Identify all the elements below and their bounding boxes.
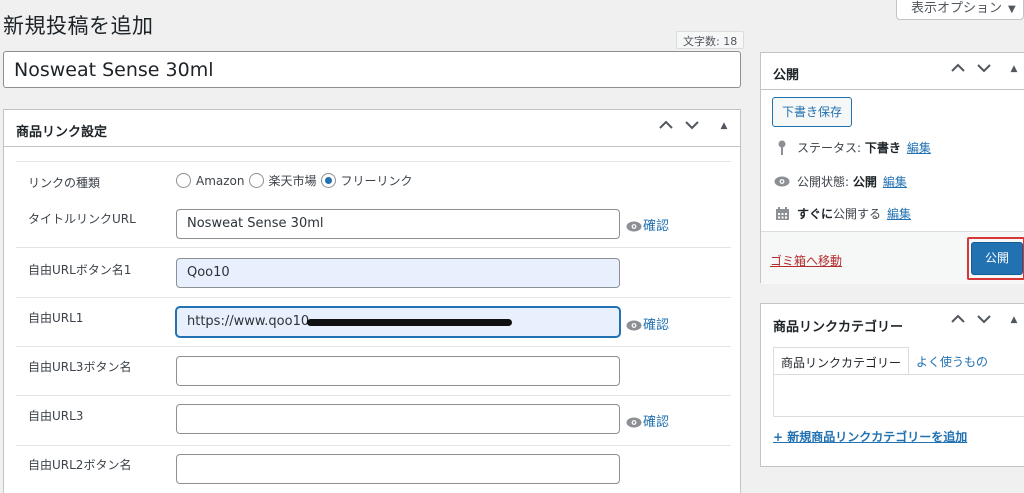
edit-status-link[interactable]: 編集	[907, 139, 931, 156]
radio-free-link[interactable]: フリーリンク	[320, 172, 413, 189]
divider	[16, 445, 731, 446]
postbox-title: 商品リンク設定	[16, 125, 108, 140]
divider	[16, 247, 731, 248]
edit-schedule-link[interactable]: 編集	[887, 205, 911, 222]
publish-actions: ゴミ箱へ移動 公開	[761, 231, 1024, 284]
visibility-label: 公開状態:	[797, 175, 850, 189]
chevron-down-icon[interactable]	[682, 118, 702, 134]
radio-circle[interactable]	[176, 173, 191, 188]
post-title-input[interactable]: Nosweat Sense 30ml	[3, 51, 741, 88]
free-url-button-name-1-input[interactable]: Qoo10	[176, 258, 620, 288]
radio-rakuten[interactable]: 楽天市場	[248, 172, 317, 189]
eye-icon	[626, 417, 642, 428]
divider	[16, 297, 731, 298]
page-title: 新規投稿を追加	[3, 14, 154, 38]
product-link-category-box: 商品リンクカテゴリー ▲ 商品リンクカテゴリー よく使うもの + 新規商品リンク…	[760, 303, 1024, 467]
chevron-down-icon[interactable]	[974, 61, 994, 77]
status-label: ステータス:	[797, 141, 862, 155]
category-tabs: 商品リンクカテゴリー よく使うもの	[773, 347, 995, 375]
chevron-up-icon[interactable]	[948, 61, 968, 77]
confirm-link[interactable]: 確認	[626, 314, 669, 333]
radio-label: Amazon	[196, 173, 245, 188]
free-url-2-button-name-input[interactable]	[176, 454, 620, 484]
postbox-header: 商品リンクカテゴリー ▲	[761, 304, 1024, 341]
postbox-title: 公開	[773, 68, 800, 83]
radio-label: 楽天市場	[268, 174, 317, 188]
caret-down-icon: ▼	[1008, 4, 1016, 15]
radio-label: フリーリンク	[340, 174, 413, 188]
title-link-url-input[interactable]: Nosweat Sense 30ml	[176, 209, 620, 239]
eye-icon	[773, 176, 791, 187]
publish-box: 公開 ▲ 下書き保存 ステータス: 下書き 編集 公開状態: 公開 編集 すぐに…	[760, 52, 1024, 284]
chevron-up-icon[interactable]	[948, 312, 968, 328]
free-url-1-input[interactable]: https://www.qoo10	[176, 307, 620, 337]
publish-button[interactable]: 公開	[971, 242, 1023, 275]
confirm-link[interactable]: 確認	[626, 411, 669, 430]
status-row: ステータス: 下書き 編集	[773, 139, 931, 156]
field-value: https://www.qoo10	[187, 314, 310, 329]
field-label: 自由URL2ボタン名	[28, 458, 132, 472]
postbox-title: 商品リンクカテゴリー	[773, 320, 904, 335]
caret-up-icon[interactable]: ▲	[714, 121, 734, 131]
field-label: 自由URLボタン名1	[28, 263, 132, 277]
calendar-icon	[773, 206, 791, 221]
eye-icon	[626, 320, 642, 331]
category-list-panel[interactable]	[773, 374, 1024, 417]
confirm-label: 確認	[643, 415, 670, 430]
eye-icon	[626, 221, 642, 232]
radio-circle-checked[interactable]	[320, 173, 336, 188]
word-count: 文字数: 18	[676, 31, 745, 49]
free-url-3-input[interactable]	[176, 404, 620, 434]
screen-options-label: 表示オプション	[911, 1, 1003, 16]
confirm-label: 確認	[643, 219, 670, 234]
radio-circle[interactable]	[248, 173, 264, 188]
chevron-up-icon[interactable]	[656, 118, 676, 134]
pin-icon	[773, 140, 791, 155]
caret-up-icon[interactable]: ▲	[1004, 315, 1024, 325]
postbox-header: 公開 ▲	[761, 53, 1024, 90]
visibility-row: 公開状態: 公開 編集	[773, 173, 907, 190]
confirm-label: 確認	[643, 318, 670, 333]
field-label: タイトルリンクURL	[28, 212, 136, 226]
divider	[16, 346, 731, 347]
add-new-category-link[interactable]: + 新規商品リンクカテゴリーを追加	[773, 428, 967, 445]
tab-all-categories[interactable]: 商品リンクカテゴリー	[773, 347, 910, 375]
link-type-label: リンクの種類	[28, 176, 101, 190]
radio-amazon[interactable]: Amazon	[176, 173, 245, 188]
chevron-down-icon[interactable]	[974, 312, 994, 328]
confirm-link[interactable]: 確認	[626, 215, 669, 234]
divider	[16, 395, 731, 396]
tab-most-used[interactable]: よく使うもの	[909, 347, 995, 375]
edit-visibility-link[interactable]: 編集	[883, 173, 907, 190]
schedule-bold: すぐに	[797, 207, 834, 221]
schedule-row: すぐに 公開する 編集	[773, 205, 911, 222]
postbox-header: 商品リンク設定 ▲	[4, 110, 740, 147]
field-label: 自由URL1	[28, 311, 84, 325]
schedule-label: 公開する	[833, 207, 882, 221]
save-draft-button[interactable]: 下書き保存	[772, 97, 853, 127]
status-value: 下書き	[864, 141, 901, 155]
product-link-settings-box: 商品リンク設定 ▲ リンクの種類 Amazon 楽天市場 フリーリンク タイトル…	[3, 109, 741, 493]
move-to-trash-link[interactable]: ゴミ箱へ移動	[770, 252, 842, 269]
field-label: 自由URL3	[28, 409, 84, 423]
field-label: 自由URL3ボタン名	[28, 360, 132, 374]
visibility-value: 公開	[852, 175, 877, 189]
free-url-3-button-name-input[interactable]	[176, 356, 620, 386]
caret-up-icon[interactable]: ▲	[1004, 64, 1024, 74]
link-type-radio-group: Amazon 楽天市場 フリーリンク	[176, 172, 417, 189]
screen-options-button[interactable]: 表示オプション ▼	[896, 0, 1024, 20]
divider	[16, 161, 731, 162]
redaction-mark	[307, 319, 512, 326]
